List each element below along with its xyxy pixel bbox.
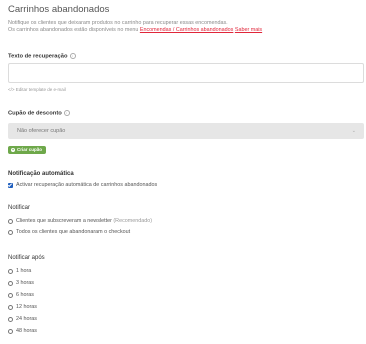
notify-after-label: 24 horas (16, 316, 37, 322)
discount-coupon-selected: Não oferecer cupão (17, 128, 66, 134)
notify-after-label: 48 horas (16, 328, 37, 334)
create-coupon-label: Criar cupão (17, 147, 43, 152)
recommended-hint: (Recomendado) (113, 218, 153, 224)
description-line-1: Notifique os clientes que deixaram produ… (8, 20, 228, 26)
radio-button[interactable] (8, 316, 13, 322)
info-icon: i (69, 53, 76, 59)
recovery-text-label: Texto de recuperação i (8, 53, 76, 60)
description-line-2: Os carrinhos abandonados estão disponíve… (8, 27, 262, 34)
notify-after-label: 6 horas (16, 292, 34, 298)
radio-button[interactable] (8, 304, 13, 310)
notify-after-title: Notificar após (8, 255, 45, 261)
auto-recovery-checkbox-row[interactable]: Activar recuperação automática de carrin… (8, 182, 157, 188)
radio-button[interactable] (8, 328, 13, 334)
radio-button[interactable] (8, 229, 13, 235)
abandoned-carts-menu-link[interactable]: Encomendas / Carrinhos abandonados (140, 27, 234, 33)
auto-recovery-checkbox[interactable] (8, 182, 13, 188)
notify-after-option[interactable]: 3 horas (8, 280, 34, 286)
auto-notification-title: Notificação automática (8, 171, 74, 177)
discount-coupon-label: Cupão de desconto i (8, 110, 70, 117)
notify-after-option[interactable]: 48 horas (8, 328, 37, 334)
notify-after-option[interactable]: 6 horas (8, 292, 34, 298)
plus-icon: + (11, 146, 15, 152)
notify-after-label: 1 hora (16, 268, 32, 274)
notify-after-label: 12 horas (16, 304, 37, 310)
notify-after-option[interactable]: 12 horas (8, 304, 37, 310)
info-icon: i (63, 110, 70, 116)
page-description: Notifique os clientes que deixaram produ… (8, 20, 262, 34)
radio-button[interactable] (8, 268, 13, 274)
notify-option-label: Clientes que subscreveram a newsletter (16, 218, 112, 224)
discount-coupon-label-text: Cupão de desconto (8, 110, 62, 117)
auto-recovery-checkbox-label: Activar recuperação automática de carrin… (16, 182, 158, 188)
learn-more-link[interactable]: Saber mais (235, 27, 262, 33)
notify-after-option[interactable]: 1 hora (8, 268, 31, 274)
description-prefix: Os carrinhos abandonados estão disponíve… (8, 27, 140, 33)
notify-option-all-clients[interactable]: Todos os clientes que abandonaram o chec… (8, 229, 130, 235)
radio-button[interactable] (8, 218, 13, 224)
edit-email-template-link[interactable]: </> Editar template de e-mail (8, 87, 66, 92)
radio-button[interactable] (8, 292, 13, 298)
notify-option-label: Todos os clientes que abandonaram o chec… (16, 229, 131, 235)
create-coupon-button[interactable]: + Criar cupão (8, 146, 47, 154)
notify-title: Notificar (8, 205, 31, 211)
chevron-down-icon: ⌄ (351, 128, 356, 134)
notify-after-option[interactable]: 24 horas (8, 316, 37, 322)
notify-option-newsletter[interactable]: Clientes que subscreveram a newsletter (… (8, 218, 152, 224)
page-title: Carrinhos abandonados (8, 4, 110, 15)
discount-coupon-select[interactable]: Não oferecer cupão ⌄ (8, 123, 364, 139)
notify-after-label: 3 horas (16, 280, 34, 286)
recovery-text-input[interactable] (8, 63, 364, 83)
recovery-text-label-text: Texto de recuperação (8, 53, 68, 60)
radio-button[interactable] (8, 280, 13, 286)
